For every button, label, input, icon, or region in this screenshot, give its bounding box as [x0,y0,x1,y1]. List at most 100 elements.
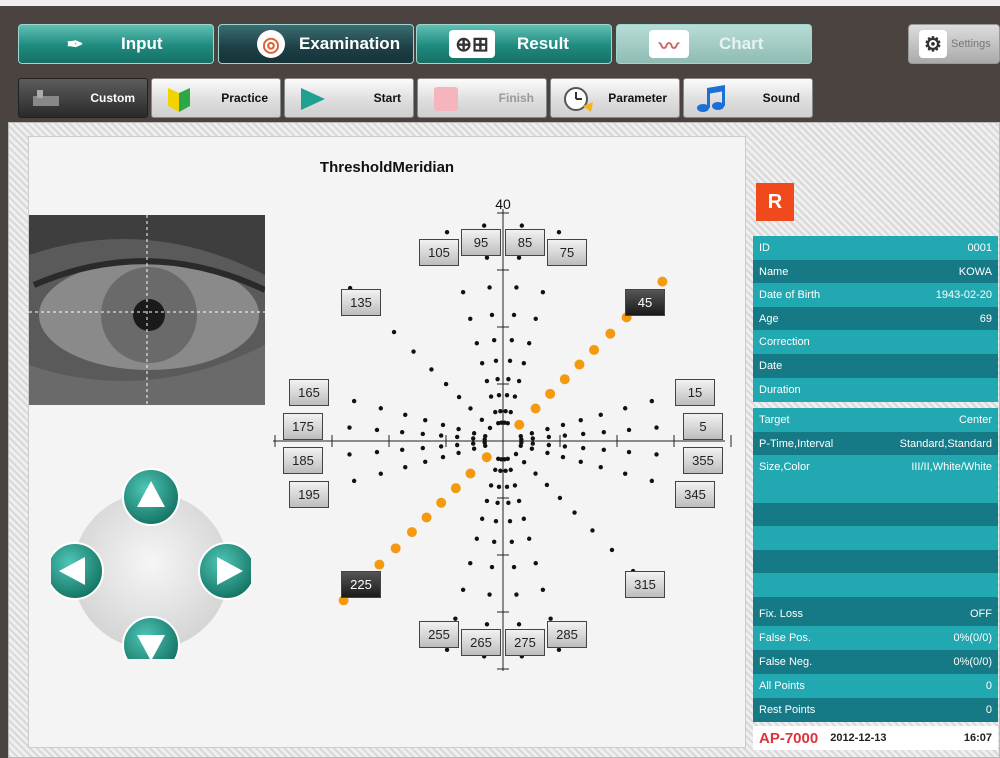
test-point [540,587,546,593]
test-point [496,421,501,426]
meridian-135-button[interactable]: 135 [341,289,381,316]
meridian-15-button[interactable]: 15 [675,379,715,406]
parameter-label: Parameter [608,91,667,105]
tab-result[interactable]: ⊕⊞ Result [416,24,612,64]
test-point [654,425,659,430]
info-value: Standard,Standard [899,437,992,450]
gear-icon: ⚙ [919,30,947,58]
meridian-225-button[interactable]: 225 [341,571,381,598]
test-point [560,454,566,460]
meridian-255-button[interactable]: 255 [419,621,459,648]
meridian-265-button[interactable]: 265 [461,629,501,656]
meridian-185-button[interactable]: 185 [283,447,323,474]
test-point [374,449,380,455]
test-point [529,431,535,436]
meridian-165-button[interactable]: 165 [289,379,329,406]
meridian-285-button[interactable]: 285 [547,621,587,648]
active-test-point [574,359,585,370]
scale-label: 40 [495,196,511,212]
test-point [440,422,446,428]
meridian-95-button[interactable]: 95 [461,229,501,256]
info-value: 69 [979,312,992,325]
meridian-345-button[interactable]: 345 [675,481,715,508]
test-point [557,495,563,501]
test-point [503,468,508,473]
info-label: Age [759,312,779,325]
test-point [474,536,480,541]
tab-chart[interactable]: 〰 Chart [616,24,812,64]
meridian-175-button[interactable]: 175 [283,413,323,440]
meridian-75-button[interactable]: 75 [547,239,587,266]
sound-button[interactable]: Sound [683,78,813,118]
meridian-275-button[interactable]: 275 [505,629,545,656]
test-point [483,443,488,448]
left-arrow-button[interactable] [46,542,104,600]
test-point [378,471,384,476]
test-point [487,592,492,597]
info-row-false-pos: False Pos. 0%(0/0) [753,626,998,650]
test-point [468,560,473,566]
test-point [560,422,566,428]
test-point [626,449,632,455]
meridian-45-button[interactable]: 45 [625,289,665,316]
test-point [506,500,511,506]
meridian-315-button[interactable]: 315 [625,571,665,598]
meridian-105-button[interactable]: 105 [419,239,459,266]
info-value: OFF [970,608,992,620]
test-point [468,406,473,411]
finish-button[interactable]: Finish [417,78,547,118]
info-row-rest-points: Rest Points 0 [753,698,998,722]
right-arrow-button[interactable] [198,542,256,600]
start-button[interactable]: Start [284,78,414,118]
test-point [529,446,535,451]
info-label: Target [759,414,790,426]
test-point [649,398,655,404]
test-point [378,406,384,411]
practice-button[interactable]: Practice [151,78,281,118]
test-point [479,516,485,521]
info-row-empty [753,526,998,551]
finish-label: Finish [498,91,534,105]
test-point [562,433,568,438]
start-label: Start [373,91,401,105]
tab-input[interactable]: ✒ Input [18,24,214,64]
test-point [556,647,562,653]
patient-info-panel: R ID 0001 Name KOWA Date of Birth 1943-02-20 A… [753,140,998,752]
active-test-point [374,559,385,570]
test-point [503,409,508,414]
custom-button[interactable]: Custom [18,78,148,118]
test-point [489,312,495,318]
info-label: P-Time,Interval [759,437,834,450]
test-point [578,417,583,423]
parameter-button[interactable]: Parameter [550,78,680,118]
meridian-355-button[interactable]: 355 [683,447,723,474]
active-test-point [545,388,556,399]
test-point [533,471,538,476]
test-point [423,417,428,423]
info-row-name: Name KOWA [753,259,998,284]
test-point [498,409,503,414]
tab-input-label: Input [121,34,163,53]
up-arrow-button[interactable] [122,468,180,526]
test-point [514,285,519,290]
test-point [498,468,503,473]
info-row-fix-loss: Fix. Loss OFF [753,602,998,626]
test-point [487,425,493,431]
active-test-point [406,527,417,538]
meridian-5-button[interactable]: 5 [683,413,723,440]
test-point [479,417,485,423]
info-row-false-neg: False Neg. 0%(0/0) [753,650,998,674]
test-point [444,229,450,235]
tab-settings[interactable]: ⚙ Settings [908,24,1000,64]
test-point [545,426,550,432]
meridian-195-button[interactable]: 195 [289,481,329,508]
test-point [546,442,552,448]
tab-examination[interactable]: ◎ Examination [218,24,414,64]
meridian-85-button[interactable]: 85 [505,229,545,256]
info-label: Rest Points [759,704,816,716]
test-point [456,426,461,432]
active-test-point [530,403,541,414]
test-point [374,427,380,433]
active-test-point [514,419,525,430]
test-point [491,337,497,343]
